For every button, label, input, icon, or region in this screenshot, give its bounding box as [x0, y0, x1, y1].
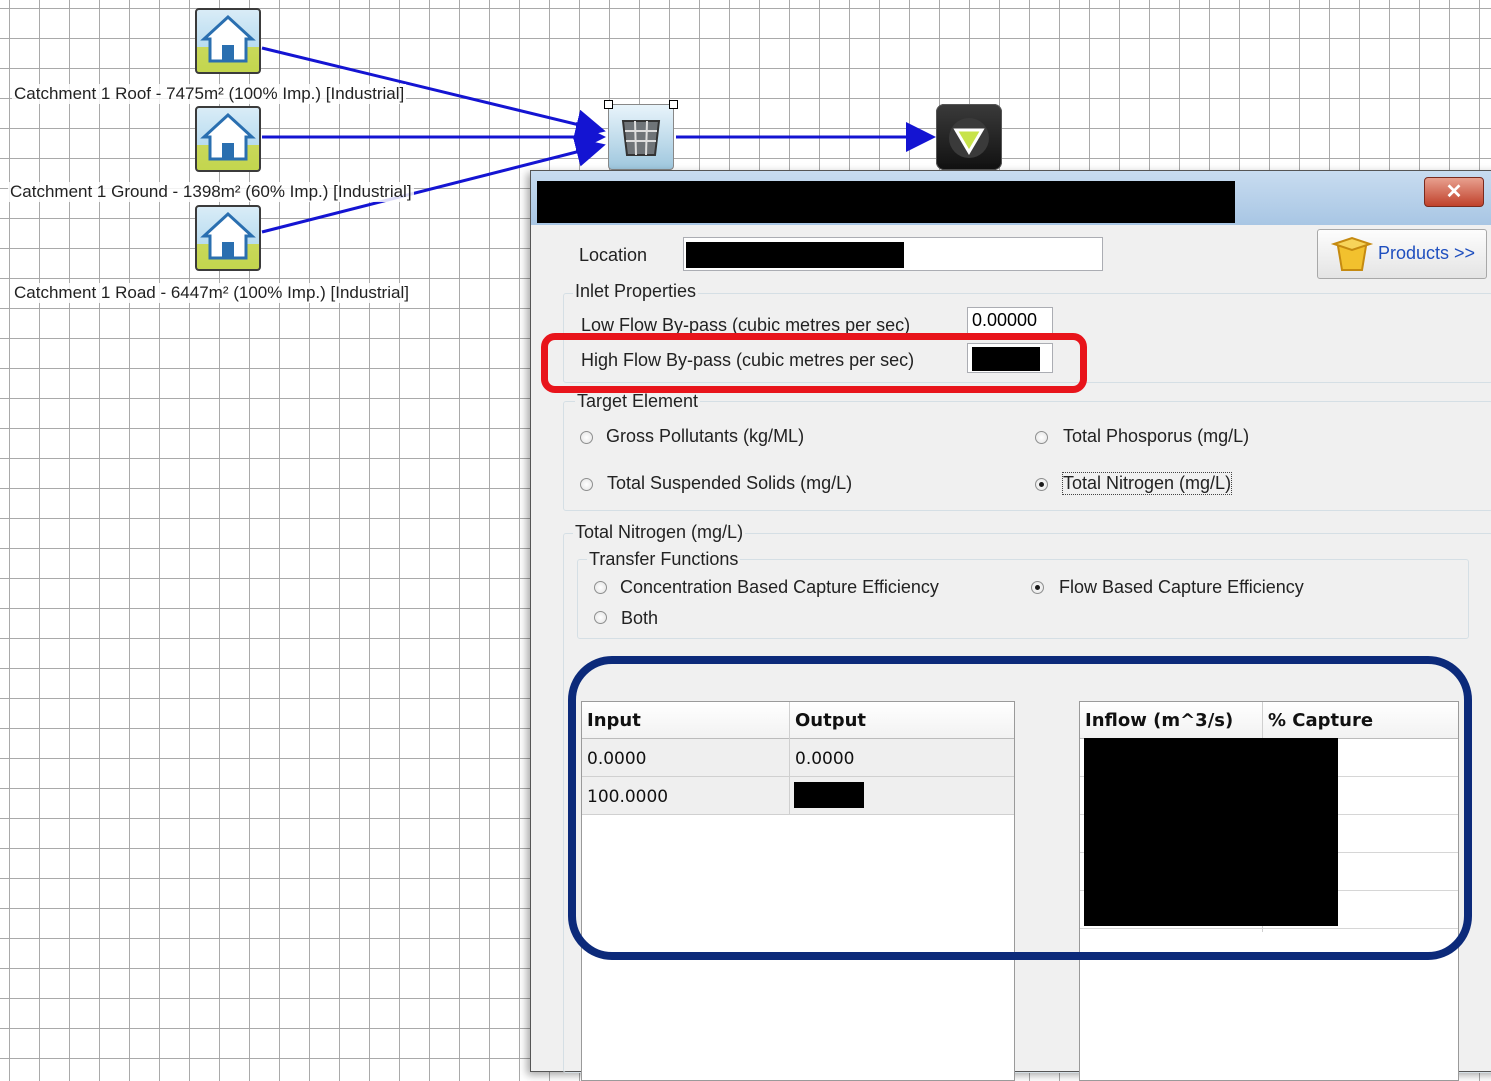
filter-basket-icon: [621, 120, 661, 156]
label-total-nitrogen[interactable]: Total Nitrogen (mg/L): [1061, 472, 1233, 495]
radio-flow-based[interactable]: [1031, 581, 1044, 594]
label-total-phosphorus[interactable]: Total Phosporus (mg/L): [1063, 426, 1249, 447]
location-input[interactable]: [683, 237, 1103, 271]
inlet-properties-legend: Inlet Properties: [573, 281, 699, 302]
catchment-roof-node[interactable]: [195, 8, 261, 74]
label-gross-pollutants[interactable]: Gross Pollutants (kg/ML): [606, 426, 804, 447]
transfer-functions-group: [577, 559, 1469, 639]
close-button[interactable]: ✕: [1424, 177, 1484, 207]
transfer-functions-legend: Transfer Functions: [587, 549, 741, 570]
target-element-legend: Target Element: [575, 391, 701, 412]
radio-both[interactable]: [594, 611, 607, 624]
label-concentration-based[interactable]: Concentration Based Capture Efficiency: [620, 577, 939, 598]
catchment-ground-label: Catchment 1 Ground - 1398m² (60% Imp.) […: [8, 182, 414, 202]
total-nitrogen-legend: Total Nitrogen (mg/L): [573, 522, 746, 543]
radio-concentration-based[interactable]: [594, 581, 607, 594]
dialog-titlebar[interactable]: ✕: [531, 171, 1491, 225]
house-icon: [200, 14, 256, 63]
redacted-title: [537, 181, 1235, 223]
catchment-road-label: Catchment 1 Road - 6447m² (100% Imp.) [I…: [12, 283, 411, 303]
outlet-triangle-icon: [949, 118, 989, 158]
selection-handle[interactable]: [604, 100, 613, 109]
house-icon: [200, 112, 256, 161]
catchment-roof-label: Catchment 1 Roof - 7475m² (100% Imp.) [I…: [12, 84, 407, 104]
catchment-road-node[interactable]: [195, 205, 261, 271]
treatment-node[interactable]: [604, 100, 678, 170]
radio-gross-pollutants[interactable]: [580, 431, 593, 444]
selection-handle[interactable]: [669, 100, 678, 109]
radio-total-nitrogen[interactable]: [1035, 478, 1048, 491]
label-both[interactable]: Both: [621, 608, 658, 629]
catchment-ground-node[interactable]: [195, 106, 261, 172]
house-icon: [200, 211, 256, 260]
redacted-location: [686, 242, 904, 268]
highlight-high-flow: [541, 333, 1087, 393]
products-button[interactable]: Products >>: [1317, 229, 1487, 279]
products-button-label: Products >>: [1378, 243, 1476, 263]
products-box-icon: [1330, 236, 1374, 271]
label-flow-based[interactable]: Flow Based Capture Efficiency: [1059, 577, 1304, 598]
radio-total-phosphorus[interactable]: [1035, 431, 1048, 444]
highlight-capture-tables: [568, 656, 1472, 960]
label-total-suspended-solids[interactable]: Total Suspended Solids (mg/L): [607, 473, 852, 494]
target-element-group: [563, 401, 1491, 511]
outlet-node[interactable]: [936, 104, 1002, 170]
location-label: Location: [579, 245, 648, 265]
radio-total-suspended-solids[interactable]: [580, 478, 593, 491]
